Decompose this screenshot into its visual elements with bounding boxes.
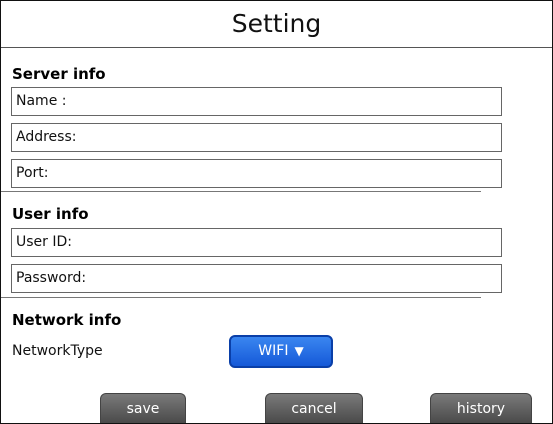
network-type-value: WIFI xyxy=(258,343,289,359)
cancel-button[interactable]: cancel xyxy=(265,393,363,423)
network-type-label: NetworkType xyxy=(12,343,103,359)
save-button[interactable]: save xyxy=(100,393,186,423)
history-button[interactable]: history xyxy=(430,393,532,423)
page-title: Setting xyxy=(1,1,552,48)
network-info-heading: Network info xyxy=(12,311,122,329)
name-field[interactable]: Name : xyxy=(11,87,502,116)
user-id-field[interactable]: User ID: xyxy=(11,228,502,257)
user-info-heading: User info xyxy=(12,205,89,223)
settings-screen: Setting Server info Name : Address: Port… xyxy=(0,0,553,424)
network-type-dropdown[interactable]: WIFI ▼ xyxy=(229,335,333,368)
password-field[interactable]: Password: xyxy=(11,264,502,293)
dropdown-arrow-icon: ▼ xyxy=(294,344,304,358)
port-field[interactable]: Port: xyxy=(11,159,502,188)
address-field[interactable]: Address: xyxy=(11,123,502,152)
user-info-divider xyxy=(1,297,481,298)
server-info-divider xyxy=(1,191,481,192)
server-info-heading: Server info xyxy=(12,65,106,83)
